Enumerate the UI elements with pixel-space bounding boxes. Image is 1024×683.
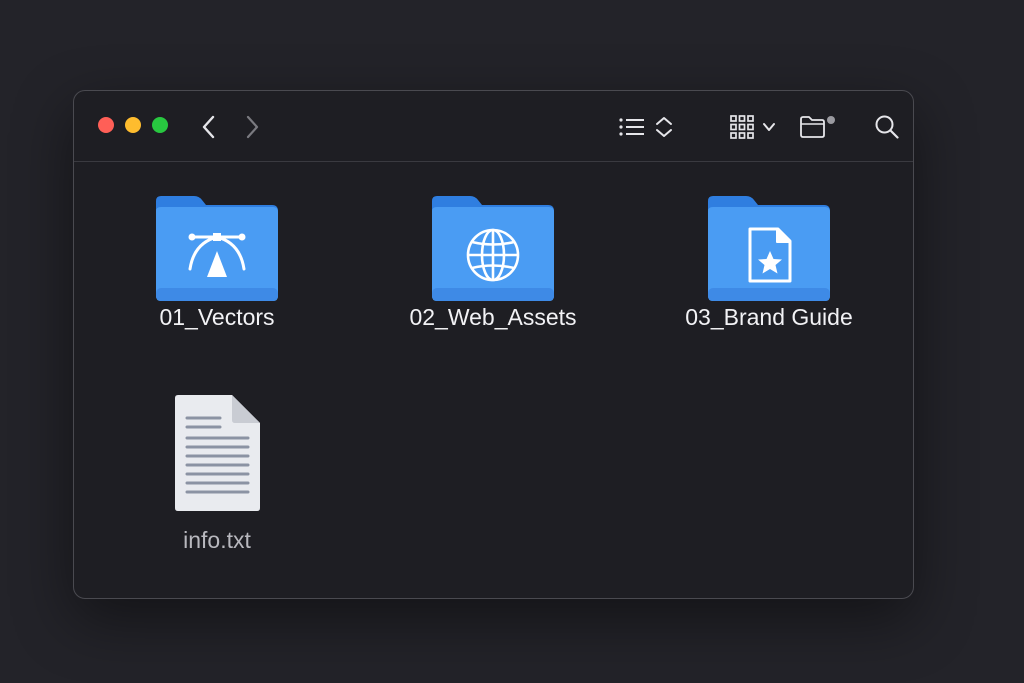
chevron-down-icon xyxy=(763,122,775,131)
back-button[interactable] xyxy=(196,91,222,162)
new-folder-button[interactable] xyxy=(798,91,838,162)
toolbar xyxy=(74,91,913,162)
search-icon xyxy=(875,115,899,139)
list-view-button[interactable] xyxy=(615,91,677,162)
folder-item[interactable]: 01_Vectors xyxy=(97,195,337,331)
file-item[interactable]: info.txt xyxy=(97,394,337,554)
chevron-right-icon xyxy=(246,115,259,138)
item-name: 03_Brand Guide xyxy=(685,304,853,330)
finder-window: 01_Vectors 02_Web_Assets 03_Brand Guide … xyxy=(73,90,914,599)
grid-view-button[interactable] xyxy=(726,91,780,162)
grid-view-icon xyxy=(730,114,754,139)
minimize-button[interactable] xyxy=(125,117,141,133)
item-name: info.txt xyxy=(183,527,251,553)
forward-button[interactable] xyxy=(239,91,265,162)
close-button[interactable] xyxy=(98,117,114,133)
text-document-icon xyxy=(175,395,260,511)
zoom-button[interactable] xyxy=(152,117,168,133)
star-document-icon xyxy=(708,196,830,301)
sort-updown-icon xyxy=(656,116,672,137)
file-grid: 01_Vectors 02_Web_Assets 03_Brand Guide … xyxy=(74,162,913,598)
item-name: 02_Web_Assets xyxy=(409,304,577,330)
vector-pen-icon xyxy=(156,196,278,301)
item-name: 01_Vectors xyxy=(159,304,275,330)
folder-item[interactable]: 02_Web_Assets xyxy=(373,195,613,331)
folder-item[interactable]: 03_Brand Guide xyxy=(649,195,889,331)
search-button[interactable] xyxy=(870,91,904,162)
list-view-icon xyxy=(619,117,644,136)
globe-icon xyxy=(432,196,554,301)
new-folder-icon xyxy=(800,115,835,138)
chevron-left-icon xyxy=(202,115,215,138)
